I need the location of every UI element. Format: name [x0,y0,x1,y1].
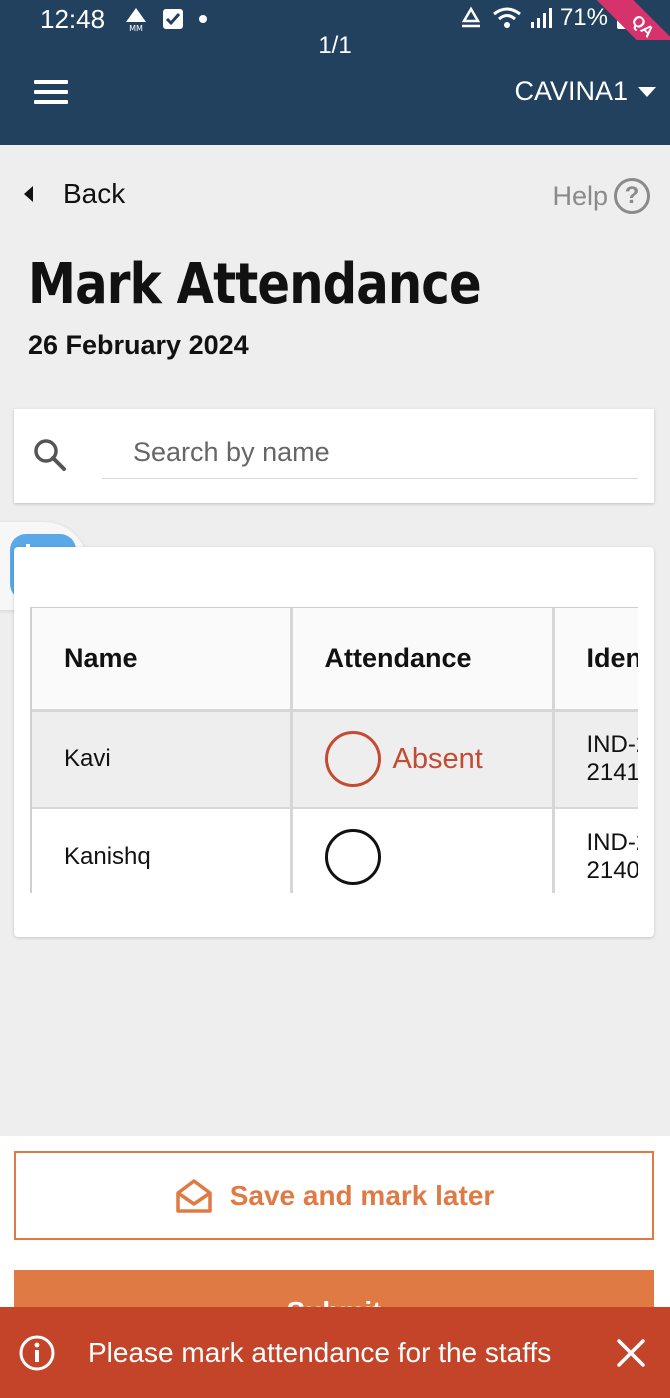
attendance-status: Absent [392,742,483,775]
search-card [14,409,654,503]
signal-icon [530,8,552,28]
dot-icon [199,15,207,23]
attendance-cell: Absent [291,710,555,809]
svg-text:MM: MM [129,24,143,32]
identification-line-2: 2140 [586,857,639,884]
account-name: CAVINA1 [514,76,628,106]
identification-line-1: IND-2 [586,829,639,856]
help-button[interactable]: Help ? [552,178,650,214]
staff-name: Kanishq [32,808,293,893]
account-switcher[interactable]: CAVINA1 [514,76,656,107]
identification-line-2: 2141 [586,759,639,787]
error-toast: Please mark attendance for the staffs [0,1307,670,1398]
close-icon[interactable] [616,1338,646,1368]
table-row[interactable]: Kanishq IND-22140 [32,808,638,893]
save-button-label: Save and mark later [229,1179,495,1211]
attendance-radio[interactable] [324,829,381,885]
column-header-attendance[interactable]: Attendance [291,608,555,712]
attendance-table-scroll[interactable]: Name Attendance Identification Kavi Abse… [30,607,638,893]
battery-level: 71% [559,4,608,31]
attendance-table-card: Name Attendance Identification Kavi Abse… [14,547,654,937]
page-date: 26 February 2024 [28,330,249,360]
search-icon [34,439,66,471]
back-label: Back [63,178,126,209]
attendance-table: Name Attendance Identification Kavi Abse… [32,608,638,893]
wifi-icon [493,7,521,28]
page-counter: 1/1 [318,32,352,59]
menu-icon[interactable] [34,80,68,106]
column-header-identification[interactable]: Identification [553,608,638,712]
notification-icons: MM [124,6,208,32]
identification-cell: IND-22141 [553,710,639,809]
dropdown-caret-icon [638,86,656,97]
back-caret-icon [24,186,33,202]
identification-line-1: IND-2 [586,731,639,759]
status-time: 12:48 [40,4,106,34]
checkbox-notification-icon [163,9,183,29]
save-and-mark-later-button[interactable]: Save and mark later [14,1151,654,1240]
toast-message: Please mark attendance for the staffs [88,1336,552,1368]
table-header-row: Name Attendance Identification [32,608,638,712]
help-label: Help [552,180,608,211]
page-title: Mark Attendance [28,252,482,317]
envelope-open-icon [175,1178,212,1213]
search-input[interactable] [102,427,638,479]
info-icon [19,1335,55,1370]
attendance-radio[interactable] [324,731,381,788]
table-row[interactable]: Kavi Absent IND-22141 [32,710,639,809]
mm-notification-icon: MM [126,8,146,32]
identification-cell: IND-22140 [553,808,638,893]
recycle-icon [461,6,481,28]
help-icon: ? [614,178,650,214]
attendance-cell [291,808,555,893]
back-button[interactable]: Back [24,178,125,210]
staff-name: Kavi [32,710,293,809]
column-header-name[interactable]: Name [32,608,293,712]
